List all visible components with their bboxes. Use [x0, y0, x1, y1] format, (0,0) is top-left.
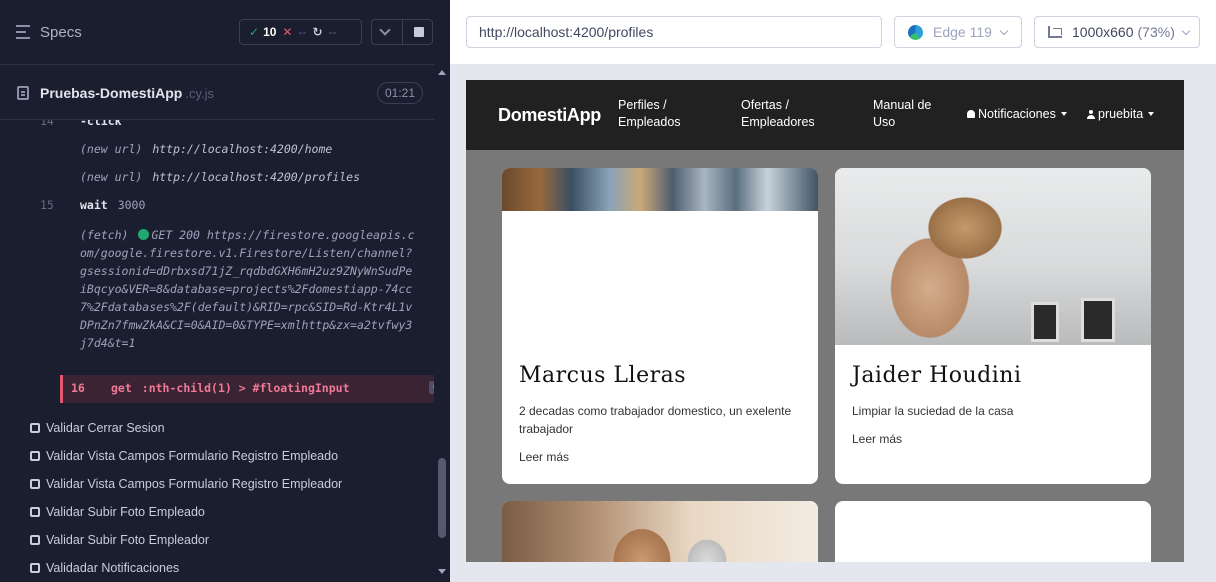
pending-command-row[interactable]: 16 get:nth-child(1) > #floatingInput 0 — [60, 375, 434, 403]
profile-name: Marcus Lleras — [519, 363, 687, 388]
scroll-down-icon[interactable] — [438, 569, 446, 574]
profile-card: Marcus Lleras 2 decadas como trabajador … — [502, 168, 818, 484]
app-navbar: DomestiApp Perfiles / Empleados Ofertas /… — [466, 80, 1184, 150]
test-item[interactable]: Validar Cerrar Sesion — [30, 416, 165, 440]
test-item[interactable]: Validar Subir Foto Empleado — [30, 500, 205, 524]
wall-frame — [1031, 302, 1059, 342]
viewport-selector[interactable]: 1000x660 (73%) — [1034, 16, 1200, 48]
brand-logo[interactable]: DomestiApp — [498, 105, 601, 126]
command-row[interactable]: (new url) http://localhost:4200/profiles — [30, 170, 420, 188]
fetch-url: https://firestore.googleapis.com/google.… — [80, 228, 415, 350]
read-more-link[interactable]: Leer más — [852, 432, 902, 446]
ruler-icon — [1048, 26, 1062, 38]
chevron-down-icon[interactable] — [379, 24, 391, 36]
file-icon — [17, 86, 29, 100]
nav-link-profiles[interactable]: Perfiles / Empleados — [618, 97, 681, 131]
profile-card: Jaider Houdini Limpiar la suciedad de la… — [835, 168, 1151, 484]
edge-browser-icon — [908, 25, 923, 40]
fetch-command[interactable]: (fetch) GET 200 https://firestore.googlea… — [80, 226, 415, 352]
chevron-down-icon — [999, 26, 1009, 36]
command-list: 14 -click (new url) http://localhost:4200… — [30, 120, 434, 403]
runner-header: Specs ✓ 10 ✕ -- ↻ -- — [0, 0, 450, 64]
chevron-down-icon — [1181, 26, 1191, 36]
url-bar[interactable]: http://localhost:4200/profiles — [466, 16, 882, 48]
test-item[interactable]: Validar Subir Foto Empleador — [30, 528, 209, 552]
command-log: 14 -click (new url) http://localhost:4200… — [0, 120, 434, 582]
checkbox-icon — [30, 535, 40, 545]
profile-card — [502, 501, 818, 562]
specs-list-icon[interactable] — [16, 25, 32, 39]
profile-photo — [835, 168, 1151, 345]
scroll-up-icon[interactable] — [438, 70, 446, 75]
caret-down-icon — [1148, 112, 1155, 116]
caret-down-icon — [1060, 112, 1067, 116]
application-frame: DomestiApp Perfiles / Empleados Ofertas /… — [466, 80, 1184, 562]
specs-title[interactable]: Specs — [40, 24, 82, 41]
preview-toolbar: http://localhost:4200/profiles Edge 119 … — [450, 0, 1216, 64]
failed-count: -- — [298, 25, 307, 39]
test-item[interactable]: Validar Vista Campos Formulario Registro… — [30, 472, 342, 496]
failed-icon: ✕ — [282, 25, 293, 39]
browser-selector[interactable]: Edge 119 — [894, 16, 1022, 48]
duration-badge: 01:21 — [377, 82, 424, 104]
nav-link-manual[interactable]: Manual de Uso — [873, 97, 931, 131]
checkbox-icon — [30, 451, 40, 461]
nav-link-offers[interactable]: Ofertas / Empleadores — [741, 97, 815, 131]
bell-icon — [967, 110, 975, 118]
wall-frame — [1081, 298, 1115, 342]
pending-count: -- — [328, 25, 337, 39]
checkbox-icon — [30, 507, 40, 517]
read-more-link[interactable]: Leer más — [519, 450, 569, 464]
command-row[interactable]: (new url) http://localhost:4200/home — [30, 142, 420, 160]
run-controls — [371, 19, 433, 45]
command-log-scrollbar[interactable] — [434, 64, 450, 582]
passed-stat: ✓ 10 — [249, 25, 277, 39]
user-dropdown[interactable]: pruebita — [1087, 107, 1155, 121]
command-row[interactable]: 14 -click — [30, 120, 420, 132]
profile-description: Limpiar la suciedad de la casa — [852, 404, 1014, 418]
spec-file-row[interactable]: Pruebas-DomestiApp .cy.js 01:21 — [0, 64, 434, 120]
profile-photo — [502, 501, 818, 562]
scrollbar-thumb[interactable] — [438, 458, 446, 538]
test-item[interactable]: Validar Vista Campos Formulario Registro… — [30, 444, 338, 468]
profile-photo — [502, 168, 818, 211]
pending-icon: ↻ — [312, 25, 323, 39]
checkbox-icon — [30, 563, 40, 573]
notifications-dropdown[interactable]: Notificaciones — [967, 107, 1067, 121]
command-log-panel: Specs ✓ 10 ✕ -- ↻ -- Pruebas-DomestiApp .c… — [0, 0, 450, 582]
spec-file-name: Pruebas-DomestiApp .cy.js — [40, 85, 215, 101]
command-row[interactable]: 15 wait 3000 — [30, 198, 420, 216]
test-item[interactable]: Validadar Notificaciones — [30, 556, 179, 580]
user-icon — [1087, 110, 1095, 119]
checkbox-icon — [30, 423, 40, 433]
app-preview-panel: http://localhost:4200/profiles Edge 119 … — [450, 0, 1216, 582]
profile-card — [835, 501, 1151, 562]
checkbox-icon — [30, 479, 40, 489]
test-stats: ✓ 10 ✕ -- ↻ -- — [239, 19, 362, 45]
profile-name: Jaider Houdini — [852, 363, 1022, 388]
stop-button[interactable] — [414, 27, 424, 37]
status-dot-icon — [138, 229, 150, 240]
profile-description: 2 decadas como trabajador domestico, un … — [519, 404, 792, 436]
